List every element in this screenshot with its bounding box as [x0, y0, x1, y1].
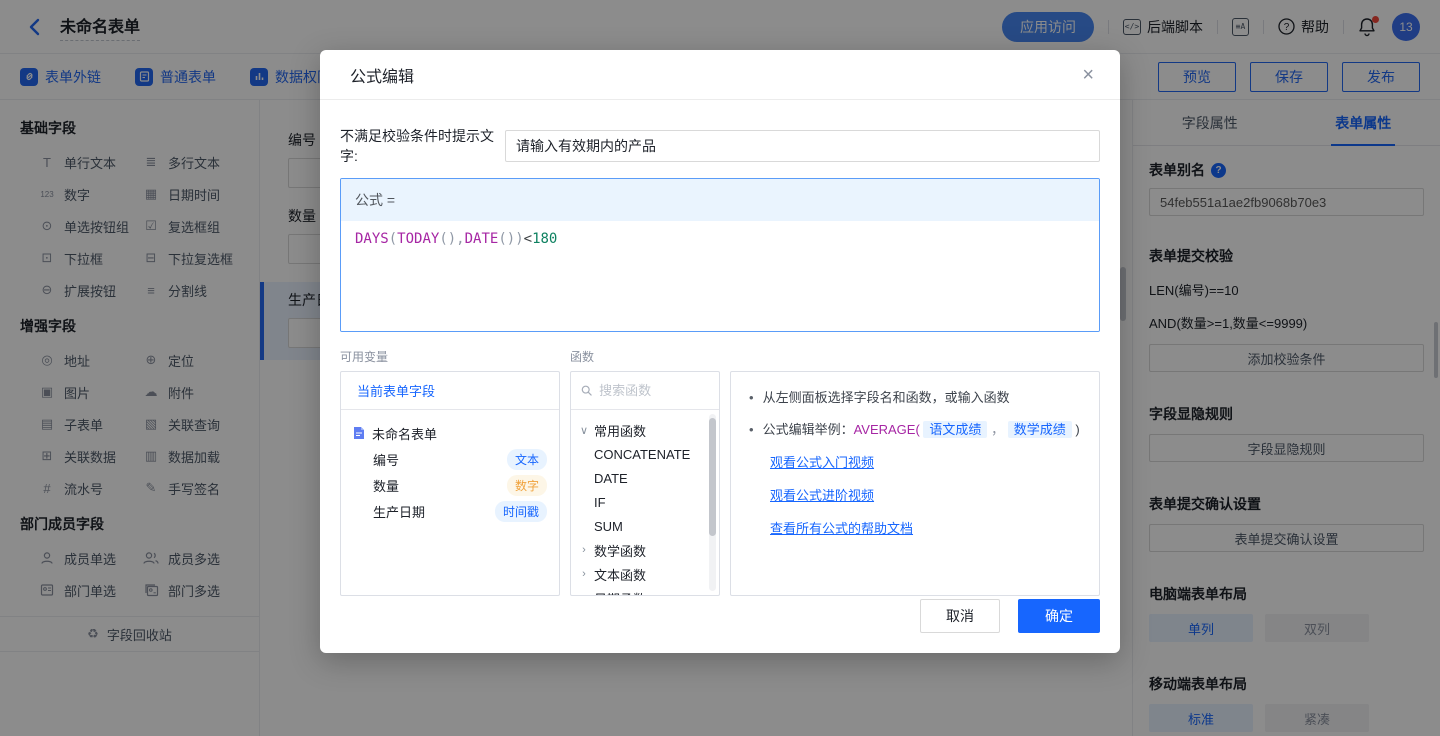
- field-chip: 语文成绩: [923, 421, 987, 438]
- file-icon: [353, 426, 365, 440]
- chevron-right-icon: ›: [579, 544, 589, 556]
- functions-scrollbar-thumb[interactable]: [709, 418, 716, 536]
- variables-panel: 当前表单字段 未命名表单 编号 文本 数量 数字 生产日期: [340, 371, 560, 596]
- variable-row-production-date[interactable]: 生产日期 时间戳: [353, 498, 547, 524]
- dialog-title: 公式编辑: [350, 63, 414, 87]
- formula-prefix: 公式 =: [341, 179, 1099, 221]
- confirm-button[interactable]: 确定: [1018, 599, 1100, 633]
- chevron-down-icon: ∨: [579, 424, 589, 437]
- link-intro-video[interactable]: 观看公式入门视频: [770, 452, 1081, 471]
- functions-panel-title: 函数: [570, 348, 730, 365]
- function-group-text[interactable]: ›文本函数: [579, 562, 709, 586]
- formula-code-area[interactable]: DAYS(TODAY(),DATE())<180: [341, 221, 1099, 331]
- help-tip-2: 公式编辑举例：AVERAGE( 语文成绩 ， 数学成绩 ): [763, 420, 1080, 439]
- function-item-concatenate[interactable]: CONCATENATE: [579, 442, 709, 466]
- search-icon: [581, 384, 592, 397]
- function-item-sum[interactable]: SUM: [579, 514, 709, 538]
- close-icon[interactable]: ×: [1082, 65, 1094, 85]
- variables-form-node[interactable]: 未命名表单: [353, 420, 547, 446]
- formula-editor: 公式 = DAYS(TODAY(),DATE())<180: [340, 178, 1100, 332]
- link-help-docs[interactable]: 查看所有公式的帮助文档: [770, 518, 1081, 537]
- link-advanced-video[interactable]: 观看公式进阶视频: [770, 485, 1081, 504]
- chevron-right-icon: ›: [579, 568, 589, 580]
- bullet: •: [749, 388, 754, 407]
- variable-row-quantity[interactable]: 数量 数字: [353, 472, 547, 498]
- tip-message-input[interactable]: [505, 130, 1100, 162]
- tip-label: 不满足校验条件时提示文字:: [340, 126, 505, 166]
- type-badge-timestamp: 时间戳: [495, 501, 547, 522]
- type-badge-text: 文本: [507, 449, 547, 470]
- current-form-fields-tab[interactable]: 当前表单字段: [341, 372, 559, 410]
- type-badge-number: 数字: [507, 475, 547, 496]
- function-group-common[interactable]: ∨常用函数: [579, 418, 709, 442]
- bullet: •: [749, 420, 754, 439]
- functions-panel: ∨常用函数 CONCATENATE DATE IF SUM ›数学函数 ›文本函…: [570, 371, 720, 596]
- function-search-input[interactable]: [599, 383, 709, 398]
- field-chip: 数学成绩: [1008, 421, 1072, 438]
- variable-row-number[interactable]: 编号 文本: [353, 446, 547, 472]
- cancel-button[interactable]: 取消: [920, 599, 1000, 633]
- function-item-date[interactable]: DATE: [579, 466, 709, 490]
- function-item-if[interactable]: IF: [579, 490, 709, 514]
- formula-help-panel: • 从左侧面板选择字段名和函数，或输入函数 • 公式编辑举例：AVERAGE( 语文…: [730, 371, 1100, 596]
- formula-edit-dialog: 公式编辑 × 不满足校验条件时提示文字: 公式 = DAYS(TODAY(),D…: [320, 50, 1120, 653]
- variables-panel-title: 可用变量: [340, 348, 570, 365]
- function-group-math[interactable]: ›数学函数: [579, 538, 709, 562]
- help-tip-1: 从左侧面板选择字段名和函数，或输入函数: [763, 388, 1010, 407]
